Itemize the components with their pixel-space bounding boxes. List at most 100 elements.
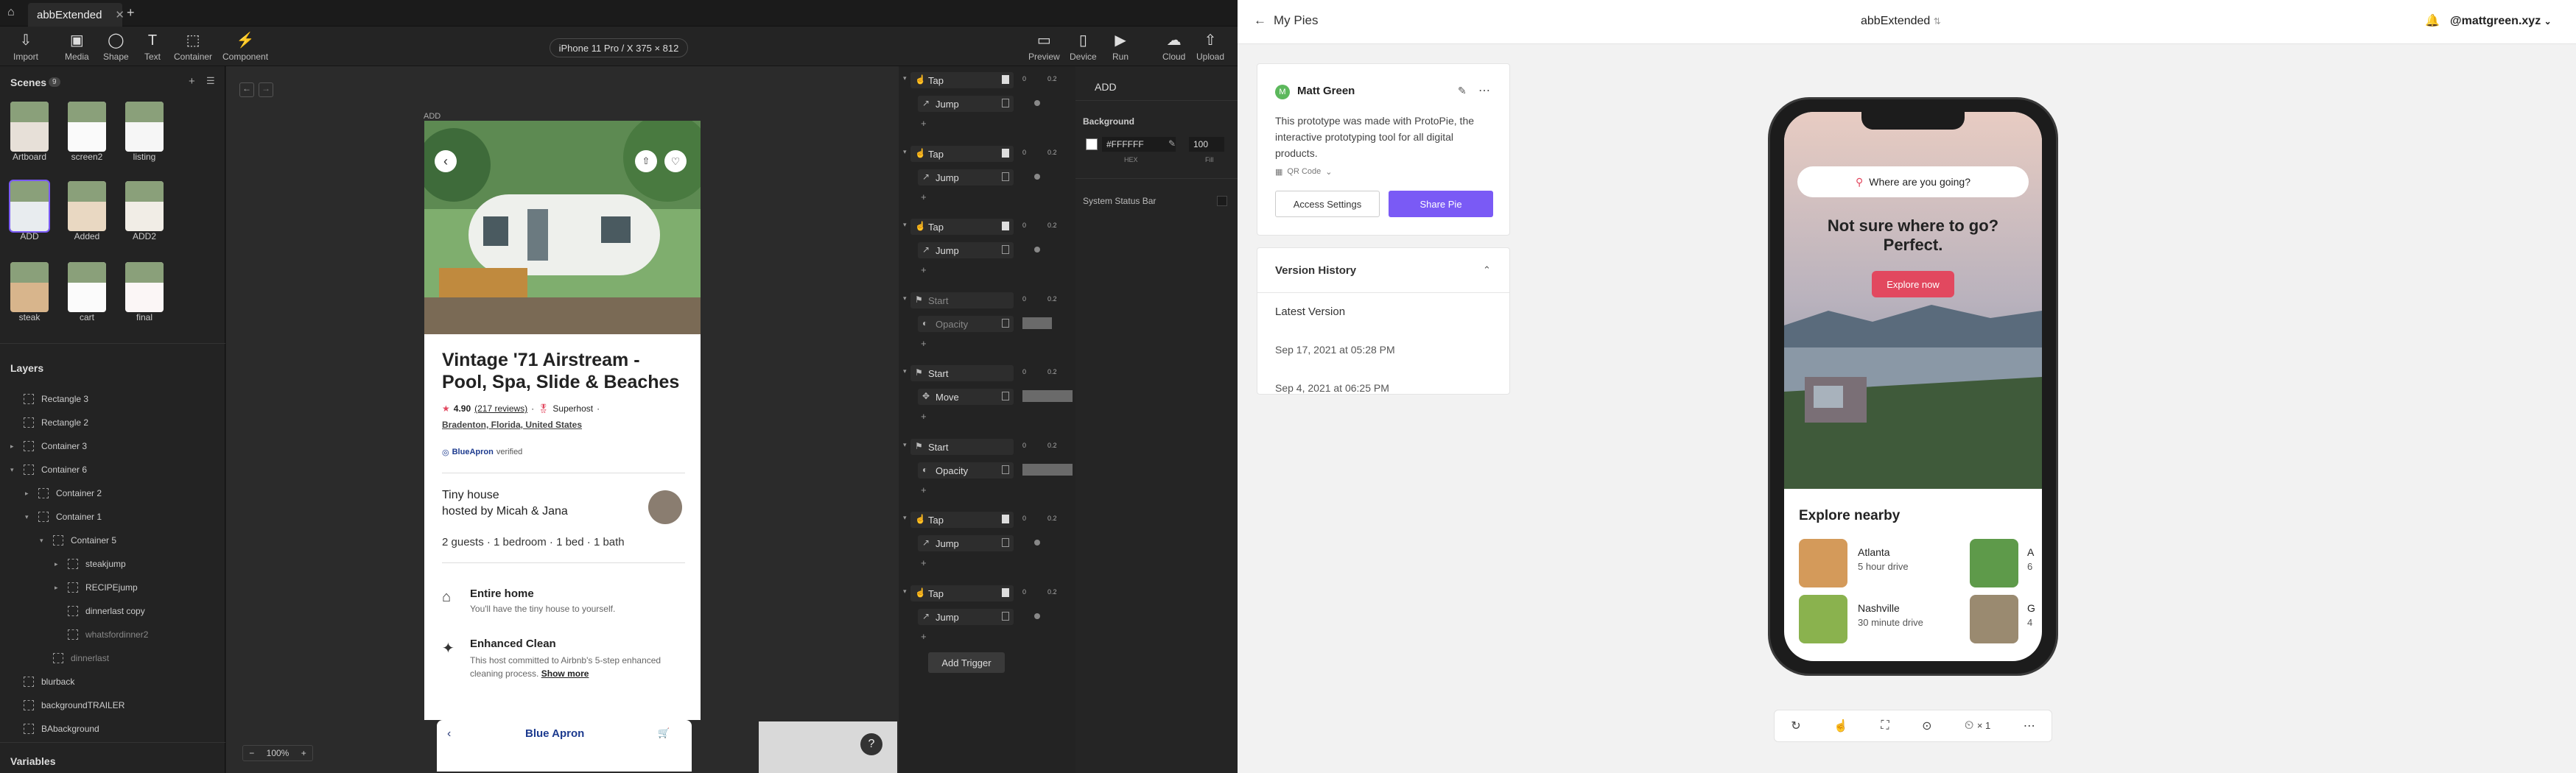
qr-code-toggle[interactable]: ▦ QR Code ⌄ bbox=[1275, 167, 1332, 177]
add-response-icon[interactable]: + bbox=[921, 118, 927, 129]
add-scene-icon[interactable]: + bbox=[189, 75, 195, 88]
scene-added[interactable]: Added bbox=[63, 181, 110, 241]
layer-row[interactable]: BAbackground bbox=[10, 717, 99, 741]
cloud-button[interactable]: ☁ Cloud bbox=[1162, 32, 1185, 62]
place-thumb[interactable] bbox=[1970, 595, 2018, 643]
heart-icon[interactable]: ♡ bbox=[664, 150, 687, 172]
speed-control[interactable]: ⏲ × 1 bbox=[1965, 719, 1990, 733]
layer-row[interactable]: dinnerlast copy bbox=[55, 599, 145, 623]
host-avatar[interactable] bbox=[648, 490, 682, 524]
layer-row[interactable]: ▸ RECIPEjump bbox=[55, 576, 138, 599]
chevron-down-icon[interactable]: ▾ bbox=[903, 587, 907, 596]
timeline-keyframe[interactable] bbox=[1034, 173, 1040, 180]
response-row[interactable]: ◐ Opacity bbox=[918, 462, 1014, 479]
trigger-block[interactable]: ▾ ☝ Tap ↗ Jump +0 0.2 bbox=[899, 72, 1075, 138]
trigger-block[interactable]: ▾ ☝ Tap ↗ Jump +0 0.2 bbox=[899, 512, 1075, 578]
eyedropper-icon[interactable]: ✎ bbox=[1168, 138, 1176, 149]
explore-button[interactable]: Explore now bbox=[1872, 271, 1954, 297]
reload-icon[interactable]: ↻ bbox=[1791, 719, 1800, 733]
zoom-out-icon[interactable]: − bbox=[249, 748, 254, 758]
chevron-down-icon[interactable]: ▾ bbox=[903, 514, 907, 522]
access-settings-button[interactable]: Access Settings bbox=[1275, 191, 1380, 217]
redo-icon[interactable]: → bbox=[259, 82, 273, 97]
trigger-block[interactable]: ▾ ☝ Tap ↗ Jump +0 0.2 bbox=[899, 219, 1075, 285]
help-button[interactable]: ? bbox=[860, 733, 882, 755]
back-arrow-icon[interactable]: ‹ bbox=[447, 727, 451, 741]
trigger-block[interactable]: ▾ ☝ Tap ↗ Jump +0 0.2 bbox=[899, 585, 1075, 652]
response-row[interactable]: ↗ Jump bbox=[918, 242, 1014, 258]
chevron-icon[interactable]: ▾ bbox=[40, 537, 49, 545]
timeline-bar[interactable] bbox=[1022, 317, 1052, 329]
timeline-keyframe[interactable] bbox=[1034, 613, 1040, 619]
run-button[interactable]: ▶ Run bbox=[1112, 32, 1129, 62]
trigger-header[interactable]: ▾ ☝ Tap bbox=[903, 585, 1014, 601]
scene-artboard[interactable]: Artboard bbox=[6, 102, 53, 162]
touch-icon[interactable]: ☝ bbox=[1833, 719, 1848, 733]
layer-row[interactable]: ▾ Container 5 bbox=[40, 529, 116, 552]
add-response-icon[interactable]: + bbox=[921, 631, 927, 642]
upload-button[interactable]: ⇧ Upload bbox=[1196, 32, 1224, 62]
place-thumb[interactable] bbox=[1970, 539, 2018, 587]
back-icon[interactable]: ‹ bbox=[435, 150, 457, 172]
layer-row[interactable]: ▸ Container 2 bbox=[25, 481, 102, 505]
text-button[interactable]: T Text bbox=[144, 32, 161, 62]
layer-row[interactable]: ▾ Container 1 bbox=[25, 505, 102, 529]
response-row[interactable]: ✥ Move bbox=[918, 389, 1014, 405]
scene-add2[interactable]: ADD2 bbox=[121, 181, 168, 241]
fullscreen-icon[interactable]: ⛶ bbox=[1881, 719, 1889, 733]
trigger-header[interactable]: ▾ ☝ Tap bbox=[903, 145, 1014, 162]
show-more-link[interactable]: Show more bbox=[541, 668, 589, 679]
response-row[interactable]: ↗ Jump bbox=[918, 535, 1014, 551]
timeline-bar[interactable] bbox=[1022, 390, 1073, 402]
location-link[interactable]: Bradenton, Florida, United States bbox=[442, 420, 582, 430]
color-swatch[interactable] bbox=[1086, 138, 1098, 150]
layer-row[interactable]: Rectangle 2 bbox=[10, 411, 88, 434]
add-response-icon[interactable]: + bbox=[921, 411, 927, 422]
more-icon[interactable]: ⋯ bbox=[2024, 719, 2035, 733]
add-response-icon[interactable]: + bbox=[921, 557, 927, 568]
chevron-icon[interactable]: ▸ bbox=[55, 584, 63, 592]
chevron-icon[interactable]: ▸ bbox=[10, 442, 19, 451]
more-icon[interactable]: ⋯ bbox=[1478, 83, 1490, 98]
timeline-keyframe[interactable] bbox=[1034, 100, 1040, 106]
reviews-link[interactable]: (217 reviews) bbox=[474, 403, 527, 414]
place-thumb-nashville[interactable] bbox=[1799, 595, 1847, 643]
trigger-header[interactable]: ▾ ☝ Tap bbox=[903, 219, 1014, 235]
chevron-down-icon[interactable]: ▾ bbox=[903, 294, 907, 303]
trigger-block[interactable]: ▾ ⚑ Start ◐ Opacity +0 0.2 bbox=[899, 292, 1075, 359]
layer-row[interactable]: backgroundTRAILER bbox=[10, 693, 124, 717]
chevron-down-icon[interactable]: ▾ bbox=[903, 74, 907, 82]
plus-icon[interactable]: + bbox=[127, 5, 135, 21]
place-thumb-atlanta[interactable] bbox=[1799, 539, 1847, 587]
zoom-control[interactable]: − 100% + bbox=[242, 745, 313, 761]
layer-row[interactable]: ▾ Container 6 bbox=[10, 458, 87, 481]
share-pie-button[interactable]: Share Pie bbox=[1389, 191, 1493, 217]
shape-button[interactable]: ◯ Shape bbox=[103, 32, 129, 62]
chevron-icon[interactable]: ▾ bbox=[25, 513, 34, 521]
import-button[interactable]: ⇩ Import bbox=[13, 32, 38, 62]
add-response-icon[interactable]: + bbox=[921, 338, 927, 349]
trigger-block[interactable]: ▾ ⚑ Start ◐ Opacity +0 0.2 bbox=[899, 438, 1075, 505]
add-response-icon[interactable]: + bbox=[921, 191, 927, 202]
response-row[interactable]: ↗ Jump bbox=[918, 608, 1014, 625]
container-button[interactable]: ⬚ Container bbox=[174, 32, 212, 62]
trigger-header[interactable]: ▾ ⚑ Start bbox=[903, 365, 1014, 381]
target-icon[interactable]: ⊙ bbox=[1922, 719, 1931, 733]
cart-icon[interactable]: 🛒 bbox=[658, 727, 670, 739]
chevron-down-icon[interactable]: ▾ bbox=[903, 367, 907, 375]
device-screen[interactable]: ⚲ Where are you going? Not sure where to … bbox=[1784, 112, 2042, 661]
artboard-add[interactable]: ‹ ⇧ ♡ Vintage '71 Airstream - Pool, Spa,… bbox=[424, 121, 701, 720]
close-icon[interactable]: ✕ bbox=[115, 8, 124, 21]
chevron-icon[interactable]: ▸ bbox=[25, 490, 34, 498]
tab-abbextended[interactable]: abbExtended ✕ bbox=[28, 3, 124, 27]
layer-row[interactable]: blurback bbox=[10, 670, 74, 693]
scene-view-icon[interactable]: ☰ bbox=[206, 75, 215, 87]
add-trigger-button[interactable]: Add Trigger bbox=[928, 652, 1005, 673]
version-entry[interactable]: Sep 4, 2021 at 06:25 PM bbox=[1275, 382, 1389, 394]
preview-button[interactable]: ▭ Preview bbox=[1028, 32, 1060, 62]
media-button[interactable]: ▣ Media bbox=[65, 32, 89, 62]
share-icon[interactable]: ⇧ bbox=[635, 150, 657, 172]
scene-cart[interactable]: cart bbox=[63, 262, 110, 322]
trigger-header[interactable]: ▾ ☝ Tap bbox=[903, 512, 1014, 528]
layer-row[interactable]: Rectangle 3 bbox=[10, 387, 88, 411]
